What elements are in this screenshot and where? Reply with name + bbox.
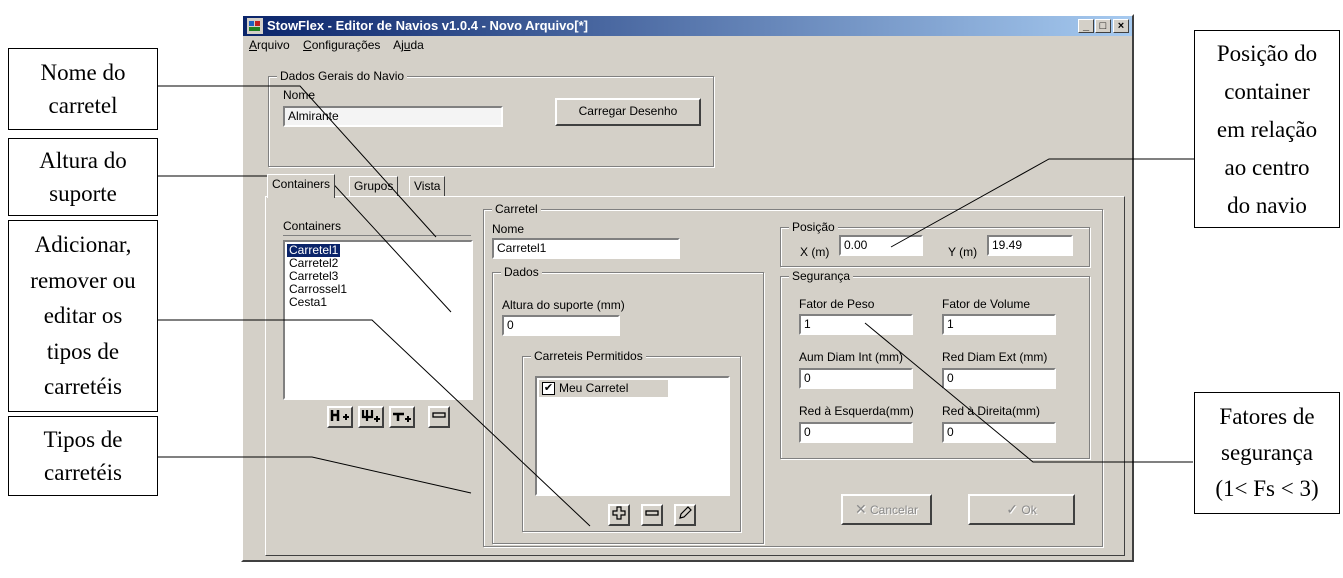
fator-volume-label: Fator de Volume (942, 297, 1031, 311)
add-carretel-button[interactable] (608, 504, 630, 526)
ok-label: Ok (1021, 503, 1037, 517)
cancelar-label: Cancelar (870, 503, 919, 517)
menu-configuracoes[interactable]: Configurações (303, 38, 380, 52)
posicao-y-label: Y (m) (948, 245, 978, 259)
maximize-button[interactable]: □ (1095, 19, 1111, 33)
add-cesta-button[interactable] (389, 406, 415, 428)
posicao-x-field[interactable]: 0.00 (839, 235, 923, 256)
checkbox-checked-icon[interactable]: ✔ (542, 382, 555, 395)
add-carrossel-button[interactable] (358, 406, 384, 428)
minus-icon (432, 412, 446, 418)
add-container-button[interactable] (327, 406, 353, 428)
containers-list[interactable]: Carretel1 Carretel2 Carretel3 Carrossel1… (283, 240, 473, 400)
annotation-tipos-carreteis: Tipos de carretéis (8, 416, 158, 496)
window-title: StowFlex - Editor de Navios v1.0.4 - Nov… (267, 18, 588, 33)
title-bar[interactable]: StowFlex - Editor de Navios v1.0.4 - Nov… (243, 16, 1132, 36)
seguranca-title: Segurança (789, 269, 854, 283)
edit-carretel-button[interactable] (674, 504, 696, 526)
remove-container-button[interactable] (428, 406, 450, 428)
remove-carretel-button[interactable] (641, 504, 663, 526)
list-item[interactable]: Cesta1 (287, 296, 329, 309)
altura-suporte-field[interactable]: 0 (502, 315, 620, 336)
nome-navio-label: Nome (283, 88, 316, 102)
add-cesta-icon (393, 412, 411, 422)
posicao-title: Posição (789, 220, 838, 234)
containers-divider (283, 235, 471, 236)
carreteis-permitidos-title: Carreteis Permitidos (531, 349, 646, 363)
menu-bar: Arquivo Configurações Ajuda (249, 38, 434, 52)
tab-containers[interactable]: Containers (267, 174, 336, 198)
nome-navio-field[interactable]: Almirante (283, 106, 503, 127)
fator-volume-field[interactable]: 1 (942, 314, 1056, 335)
tab-vista[interactable]: Vista (409, 176, 446, 197)
red-direita-field[interactable]: 0 (942, 422, 1056, 443)
app-icon (247, 18, 263, 34)
annotation-altura-suporte: Altura do suporte (8, 138, 158, 216)
add-container-icon (330, 410, 349, 421)
posicao-x-label: X (m) (800, 245, 830, 259)
fator-peso-label: Fator de Peso (799, 297, 875, 311)
red-esquerda-field[interactable]: 0 (799, 422, 913, 443)
minus-icon (645, 510, 659, 516)
dados-title: Dados (501, 265, 542, 279)
altura-suporte-label: Altura do suporte (mm) (502, 298, 625, 312)
aum-diam-int-field[interactable]: 0 (799, 368, 913, 389)
aum-diam-int-label: Aum Diam Int (mm) (799, 350, 904, 364)
red-direita-label: Red à Direita(mm) (942, 404, 1041, 418)
nome-carretel-field[interactable]: Carretel1 (492, 238, 680, 259)
carreteis-permitidos-list[interactable]: ✔ Meu Carretel (535, 376, 730, 496)
checkmark-icon: ✓ (1006, 501, 1019, 517)
plus-icon (612, 506, 626, 520)
app-window: StowFlex - Editor de Navios v1.0.4 - Nov… (241, 14, 1134, 562)
nome-carretel-label: Nome (492, 222, 525, 236)
pencil-icon (679, 506, 692, 519)
fator-peso-field[interactable]: 1 (799, 314, 913, 335)
annotation-fatores-seguranca: Fatores de segurança (1< Fs < 3) (1194, 392, 1340, 514)
x-icon: ✕ (854, 501, 867, 517)
annotation-nome-carretel: Nome do carretel (8, 48, 158, 130)
cancelar-button[interactable]: ✕ Cancelar (841, 494, 932, 525)
add-carrossel-icon (361, 410, 380, 422)
red-diam-ext-field[interactable]: 0 (942, 368, 1056, 389)
carregar-desenho-button[interactable]: Carregar Desenho (555, 98, 701, 126)
carretel-permitido-label: Meu Carretel (559, 381, 629, 395)
annotation-adicionar-remover-editar: Adicionar, remover ou editar os tipos de car… (8, 220, 158, 412)
containers-label: Containers (283, 219, 342, 233)
carretel-title: Carretel (492, 202, 541, 216)
ok-button[interactable]: ✓ Ok (968, 494, 1075, 525)
close-button[interactable]: × (1113, 19, 1129, 33)
red-esquerda-label: Red à Esquerda(mm) (799, 404, 914, 418)
red-diam-ext-label: Red Diam Ext (mm) (942, 350, 1048, 364)
tab-grupos[interactable]: Grupos (349, 176, 399, 197)
menu-ajuda[interactable]: Ajuda (393, 38, 424, 52)
annotation-posicao-container: Posição do container em relação ao centro do… (1194, 30, 1340, 228)
posicao-y-field[interactable]: 19.49 (987, 235, 1073, 256)
dados-gerais-title: Dados Gerais do Navio (277, 69, 408, 83)
list-item[interactable]: ✔ Meu Carretel (539, 380, 668, 397)
menu-arquivo[interactable]: Arquivo (249, 38, 290, 52)
minimize-button[interactable]: _ (1078, 19, 1094, 33)
